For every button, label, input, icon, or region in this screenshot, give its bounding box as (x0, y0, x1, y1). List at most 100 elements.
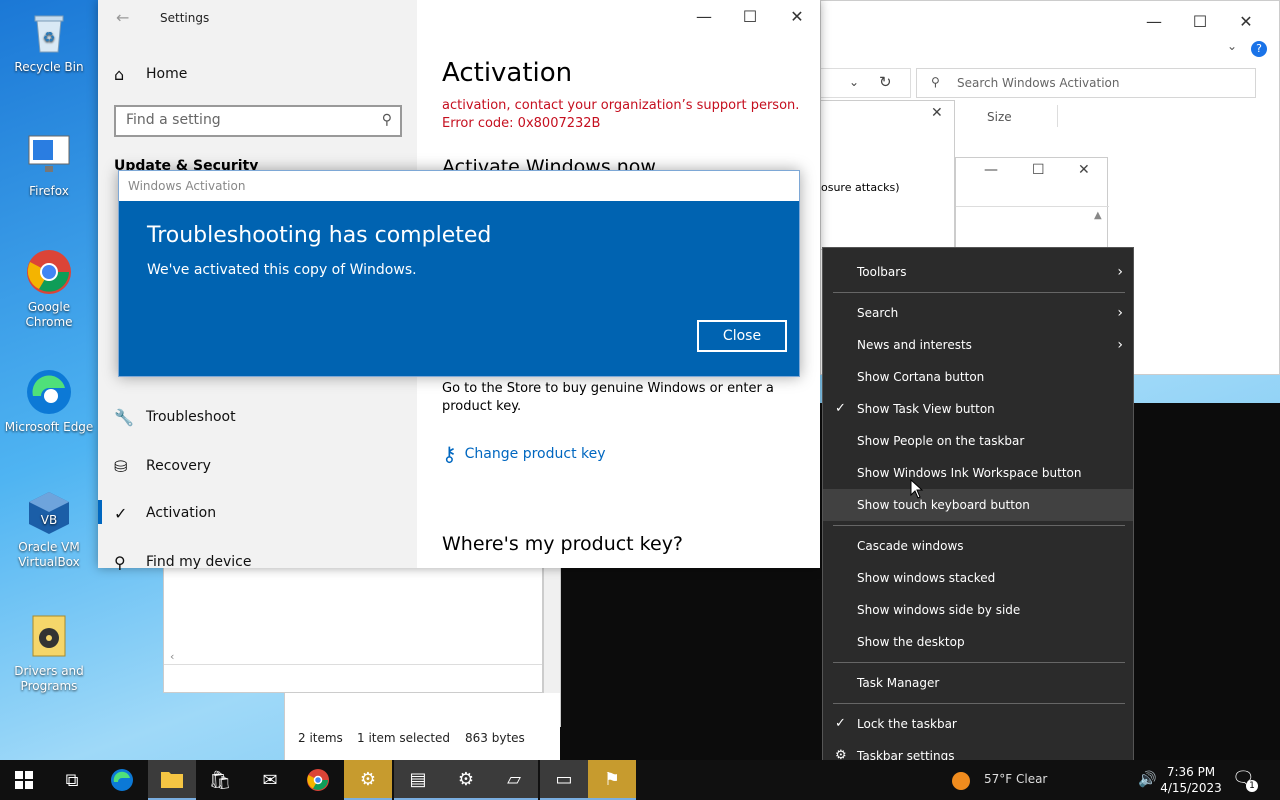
close-icon[interactable]: ✕ (1078, 162, 1090, 178)
menu-item-stacked[interactable]: Show windows stacked (823, 562, 1133, 594)
chevron-right-icon: › (1117, 305, 1123, 321)
close-button[interactable]: Close (697, 320, 787, 352)
close-icon[interactable]: ✕ (774, 4, 820, 30)
taskbar-app-install[interactable]: ⚙ (344, 760, 392, 800)
maximize-icon[interactable]: ☐ (1032, 162, 1045, 178)
check-icon: ✓ (835, 401, 846, 416)
taskbar-context-menu[interactable]: Toolbars › Search › News and interests › Sh… (822, 247, 1134, 780)
task-view-button[interactable]: ⧉ (48, 760, 96, 800)
minimize-icon[interactable]: — (681, 4, 727, 30)
change-product-key-link[interactable]: ⚷ Change product key (442, 442, 606, 466)
help-icon[interactable]: ? (1251, 41, 1267, 57)
menu-separator (833, 703, 1125, 704)
menu-separator (833, 292, 1125, 293)
menu-item-news[interactable]: News and interests › (823, 329, 1133, 361)
nav-label: Recovery (146, 458, 211, 474)
nav-label: Home (146, 66, 188, 82)
nav-find-my-device[interactable]: ⚲ Find my device (114, 545, 252, 579)
scroll-left-icon[interactable]: ‹ (170, 650, 174, 663)
scroll-up-icon[interactable]: ▲ (1094, 210, 1102, 221)
menu-item-task-view[interactable]: ✓ Show Task View button (823, 393, 1133, 425)
menu-item-touch-keyboard[interactable]: Show touch keyboard button (823, 489, 1133, 521)
close-icon[interactable]: ✕ (1223, 9, 1269, 35)
maximize-icon[interactable]: ☐ (727, 4, 773, 30)
background-dialog[interactable]: ✕ osure attacks) (820, 100, 955, 250)
taskbar-edge[interactable] (98, 760, 146, 800)
weather-icon[interactable] (952, 772, 970, 790)
middle-dialog[interactable]: — ☐ ✕ ▲ (955, 157, 1109, 252)
close-icon[interactable]: ✕ (931, 105, 943, 121)
menu-item-ink-workspace[interactable]: Show Windows Ink Workspace button (823, 457, 1133, 489)
notes-icon: ▱ (507, 768, 521, 790)
taskbar-app-notes[interactable]: ▱ (490, 760, 538, 800)
mouse-cursor-icon (910, 478, 924, 502)
column-header-size[interactable]: Size (987, 110, 1012, 124)
divider (164, 664, 542, 665)
taskbar[interactable]: ⧉ 🛍 ✉ ⚙ ▤ ⚙ ▱ ▭ ⚑ 57°F Clear 🔊 7:36 PM 4… (0, 760, 1280, 800)
menu-item-toolbars[interactable]: Toolbars › (823, 256, 1133, 288)
desktop-icon-edge[interactable]: Microsoft Edge (4, 368, 94, 435)
dialog-title: Windows Activation (119, 171, 799, 201)
status-size: 863 bytes (465, 731, 525, 745)
menu-item-people[interactable]: Show People on the taskbar (823, 425, 1133, 457)
minimize-icon[interactable]: — (1131, 9, 1177, 35)
desktop-icon-firefox[interactable]: Firefox (4, 132, 94, 199)
search-input[interactable]: ⚲ Search Windows Activation (916, 68, 1256, 98)
volume-icon[interactable]: 🔊 (1138, 770, 1157, 788)
start-button[interactable] (0, 760, 48, 800)
desktop-icon-recycle-bin[interactable]: ♻ Recycle Bin (4, 8, 94, 75)
taskbar-mail[interactable]: ✉ (246, 760, 294, 800)
desktop-icon-chrome[interactable]: Google Chrome (4, 248, 94, 330)
desktop-icon-label: Recycle Bin (14, 60, 84, 74)
status-item-count: 2 items (298, 731, 343, 745)
nav-home[interactable]: ⌂ Home (114, 57, 187, 91)
menu-item-cascade[interactable]: Cascade windows (823, 530, 1133, 562)
taskbar-cmd[interactable]: ▭ (540, 760, 588, 800)
notification-button[interactable]: 🗨 1 (1232, 768, 1258, 792)
address-bar[interactable]: ⌄ ↻ (821, 68, 911, 98)
back-arrow-icon[interactable]: ← (116, 8, 129, 27)
menu-item-cortana[interactable]: Show Cortana button (823, 361, 1133, 393)
nav-recovery[interactable]: ⛁ Recovery (114, 449, 211, 483)
edge-icon (111, 769, 133, 791)
product-key-heading: Where's my product key? (442, 533, 684, 555)
virtualbox-icon: VB (25, 488, 73, 536)
find-setting-input[interactable]: Find a setting ⚲ (114, 105, 402, 137)
search-placeholder: Search Windows Activation (957, 76, 1120, 90)
firefox-icon (25, 132, 73, 180)
taskbar-store[interactable]: 🛍 (196, 760, 244, 800)
windows-logo-icon (15, 771, 33, 789)
desktop-icon-drivers[interactable]: Drivers and Programs (4, 612, 94, 694)
taskbar-app-document[interactable]: ▤ (394, 760, 442, 800)
nav-activation[interactable]: ✓ Activation (114, 496, 216, 530)
chevron-down-icon[interactable]: ⌄ (1227, 39, 1237, 53)
menu-item-show-desktop[interactable]: Show the desktop (823, 626, 1133, 658)
chevron-down-icon[interactable]: ⌄ (849, 75, 859, 89)
maximize-icon[interactable]: ☐ (1177, 9, 1223, 35)
mail-icon: ✉ (262, 769, 278, 791)
recovery-icon: ⛁ (114, 456, 128, 476)
weather-text[interactable]: 57°F Clear (984, 772, 1047, 786)
menu-item-lock-taskbar[interactable]: ✓ Lock the taskbar (823, 708, 1133, 740)
menu-separator (833, 525, 1125, 526)
taskbar-app-troubleshooter[interactable]: ⚑ (588, 760, 636, 800)
explorer-window-lower[interactable]: ‹ (163, 565, 543, 693)
dialog-heading: Troubleshooting has completed (147, 223, 492, 248)
folder-icon (161, 772, 183, 788)
taskbar-chrome[interactable] (294, 760, 342, 800)
system-clock[interactable]: 7:36 PM 4/15/2023 (1160, 764, 1222, 796)
taskbar-settings[interactable]: ⚙ (442, 760, 490, 800)
desktop-icon-label: Google Chrome (25, 300, 73, 329)
store-text: Go to the Store to buy genuine Windows o… (442, 381, 774, 414)
chevron-right-icon: › (1117, 264, 1123, 280)
taskbar-file-explorer[interactable] (148, 760, 196, 800)
menu-item-search[interactable]: Search › (823, 297, 1133, 329)
minimize-icon[interactable]: — (984, 162, 998, 178)
desktop-icon-virtualbox[interactable]: VB Oracle VM VirtualBox (4, 488, 94, 570)
notification-badge: 1 (1246, 780, 1258, 792)
menu-item-task-manager[interactable]: Task Manager (823, 667, 1133, 699)
menu-item-side-by-side[interactable]: Show windows side by side (823, 594, 1133, 626)
activation-dialog[interactable]: Windows Activation Troubleshooting has c… (118, 170, 800, 377)
refresh-icon[interactable]: ↻ (879, 73, 892, 91)
nav-troubleshoot[interactable]: 🔧 Troubleshoot (114, 400, 236, 434)
